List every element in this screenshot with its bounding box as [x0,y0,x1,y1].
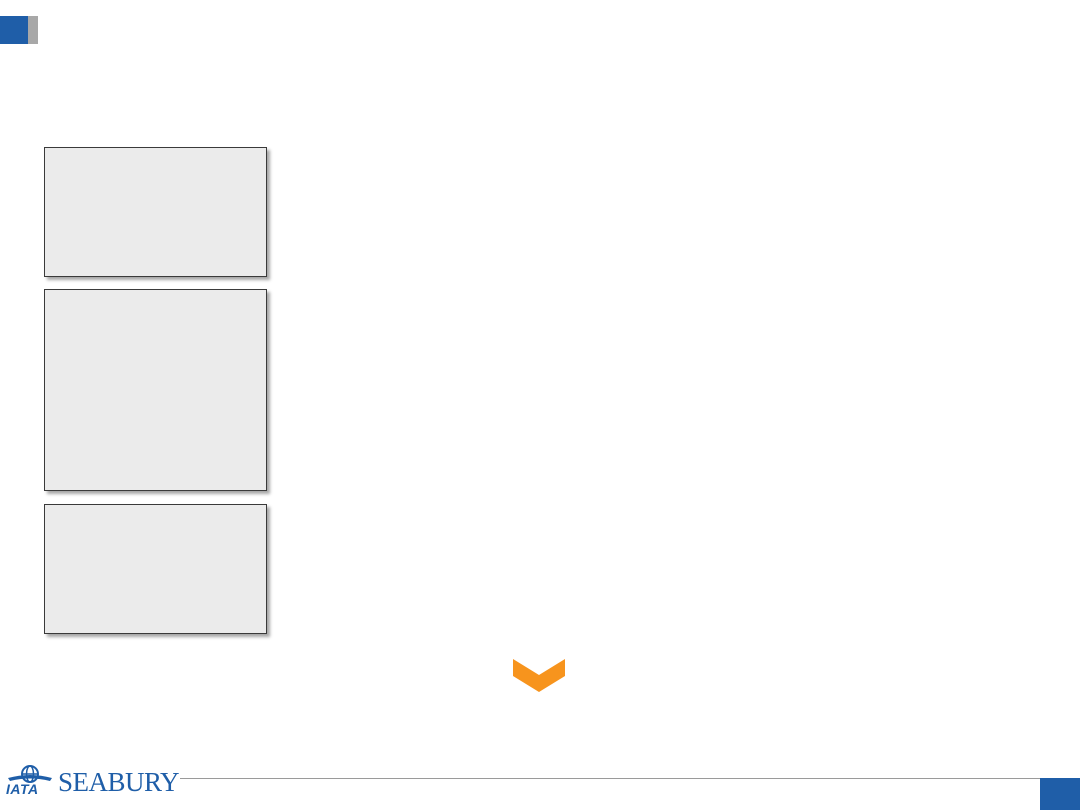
title-marker [0,16,28,44]
logo-seabury-text: SEABURY [58,767,180,797]
iata-seabury-logo: IATA SEABURY [6,764,180,800]
page-number-box [1040,778,1080,810]
info-panel-2 [44,289,267,491]
logo-iata-text: IATA [6,781,39,797]
info-panel-1 [44,147,267,277]
chevron-down-icon [513,659,565,692]
info-panel-3 [44,504,267,634]
footer-divider [180,778,1040,779]
title-marker-shadow [28,16,38,44]
